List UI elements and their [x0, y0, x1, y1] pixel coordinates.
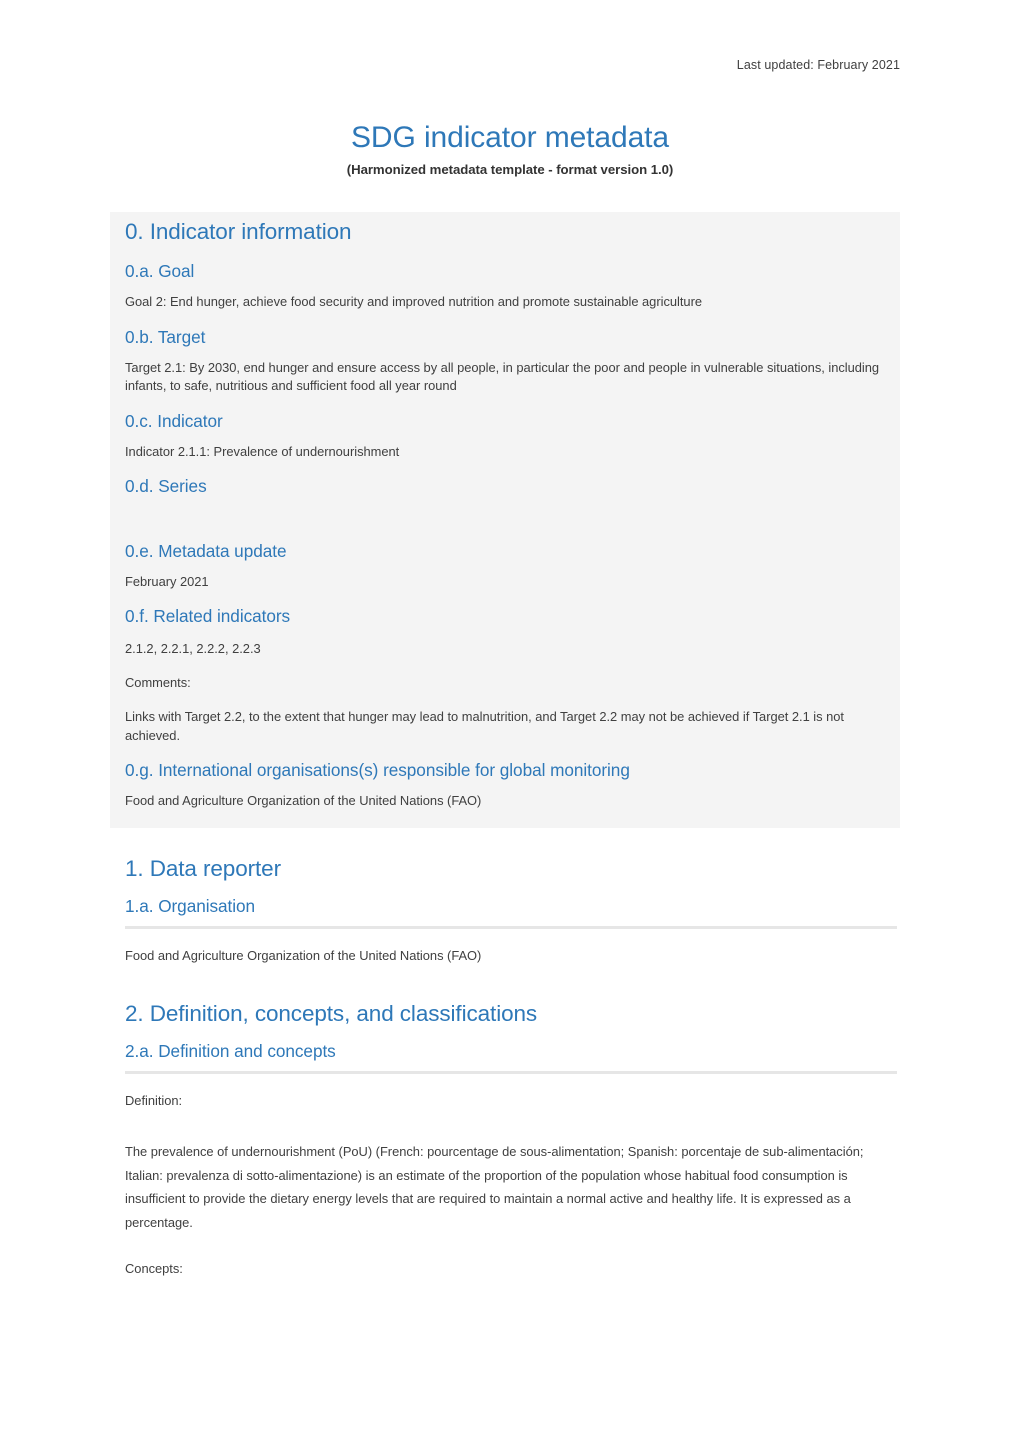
- section-0g-international-orgs-heading: 0.g. International organisations(s) resp…: [125, 760, 630, 781]
- section-0a-goal-heading: 0.a. Goal: [125, 261, 195, 282]
- section-0f-related-indicators-heading: 0.f. Related indicators: [125, 606, 291, 627]
- section-0b-target-text: Target 2.1: By 2030, end hunger and ensu…: [125, 360, 880, 394]
- section-0c-indicator-text: Indicator 2.1.1: Prevalence of undernour…: [125, 444, 400, 460]
- section-0a-goal-text: Goal 2: End hunger, achieve food securit…: [125, 294, 702, 310]
- section-0g-international-orgs-text: Food and Agriculture Organization of the…: [125, 793, 482, 809]
- title-block: SDG indicator metadata (Harmonized metad…: [0, 121, 1020, 178]
- section-1a-organisation-heading: 1.a. Organisation: [125, 895, 256, 916]
- section-1-heading: 1. Data reporter: [125, 855, 281, 881]
- section-2a-definition-label: Definition:: [125, 1093, 183, 1109]
- section-2-heading: 2. Definition, concepts, and classificat…: [125, 1000, 538, 1026]
- last-updated-text: Last updated: February 2021: [736, 58, 900, 72]
- section-0c-indicator-heading: 0.c. Indicator: [125, 410, 223, 431]
- section-0f-related-indicators-list: 2.1.2, 2.2.1, 2.2.2, 2.2.3: [125, 640, 261, 656]
- section-0f-comments-text: Links with Target 2.2, to the extent tha…: [125, 709, 844, 743]
- section-1a-organisation-text: Food and Agriculture Organization of the…: [125, 948, 482, 964]
- page-subtitle: (Harmonized metadata template - format v…: [346, 162, 674, 178]
- section-2a-definition-text: The prevalence of undernourishment (PoU)…: [125, 1144, 864, 1230]
- section-2a-concepts-label: Concepts:: [125, 1261, 183, 1277]
- section-0e-metadata-update-heading: 0.e. Metadata update: [125, 540, 287, 561]
- page-title: SDG indicator metadata: [351, 121, 669, 154]
- section-0f-comments-label: Comments:: [125, 675, 191, 691]
- section-0b-target-heading: 0.b. Target: [125, 326, 206, 347]
- document-content: 0. Indicator information 0.a. Goal Goal …: [125, 218, 897, 1279]
- section-0d-series-heading: 0.d. Series: [125, 476, 207, 497]
- section-0-heading: 0. Indicator information: [125, 219, 352, 244]
- section-2a-definition-heading: 2.a. Definition and concepts: [125, 1040, 336, 1061]
- document-page: Last updated: February 2021 SDG indicato…: [0, 0, 1020, 1442]
- section-0e-metadata-update-text: February 2021: [125, 574, 209, 590]
